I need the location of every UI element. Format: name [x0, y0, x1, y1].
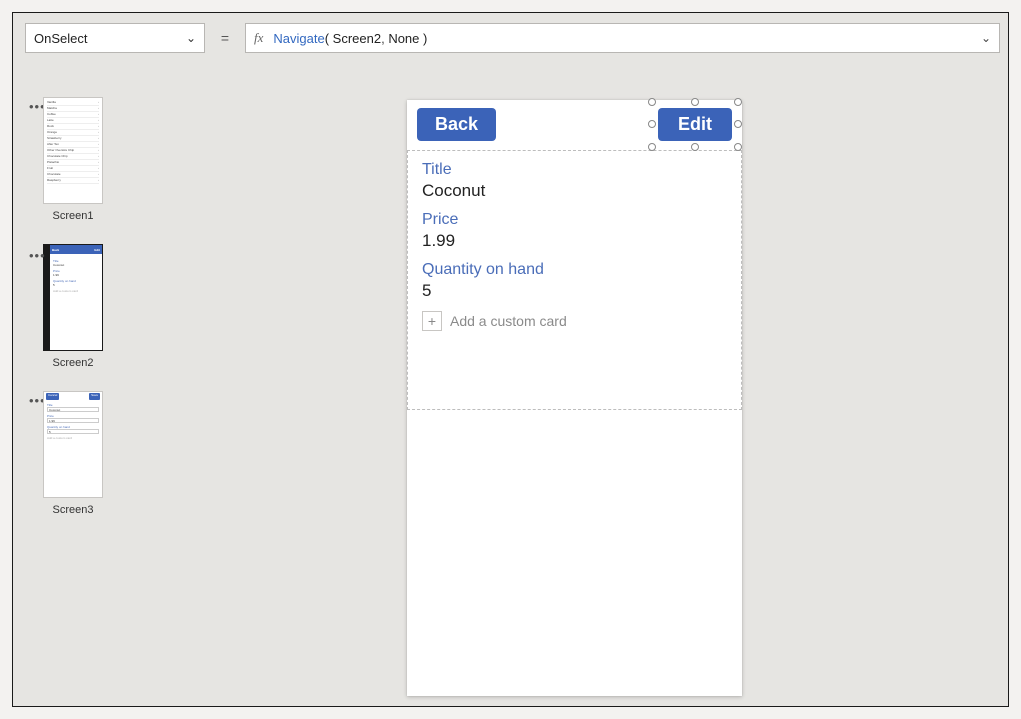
- thumb3-cancel: Cancel: [46, 393, 59, 400]
- thumb-screen3-preview: Cancel Save Title Coconut Price 1.99 Qua…: [43, 391, 103, 498]
- thumb2-edit: Edit: [94, 248, 100, 252]
- thumb-screen1-preview: Vanilla› Matcha› Coffee› Latte› Rock› Or…: [43, 97, 103, 204]
- chevron-down-icon: ⌄: [186, 31, 196, 45]
- thumb-screen3[interactable]: ••• Cancel Save Title Coconut Price 1.99…: [43, 391, 103, 516]
- resize-handle[interactable]: [734, 120, 742, 128]
- resize-handle[interactable]: [691, 98, 699, 106]
- property-dropdown[interactable]: OnSelect ⌄: [25, 23, 205, 53]
- chevron-down-icon[interactable]: ⌄: [981, 31, 991, 45]
- canvas-header: Back Edit: [407, 100, 742, 148]
- add-card-label: Add a custom card: [450, 313, 567, 329]
- app-frame: OnSelect ⌄ = fx Navigate( Screen2, None …: [12, 12, 1009, 707]
- resize-handle[interactable]: [648, 120, 656, 128]
- thumb1-list: Vanilla› Matcha› Coffee› Latte› Rock› Or…: [44, 98, 102, 186]
- resize-handle[interactable]: [648, 98, 656, 106]
- formula-text: Navigate( Screen2, None ): [273, 31, 427, 46]
- thumb-screen2-preview: Back Edit Title Coconut Price 1.99 Quant…: [49, 244, 103, 351]
- edit-button[interactable]: Edit: [658, 108, 732, 141]
- thumb-label: Screen2: [53, 357, 94, 369]
- card-value: 5: [422, 281, 727, 301]
- fx-icon: fx: [254, 30, 263, 46]
- card-label: Quantity on hand: [422, 261, 727, 279]
- formula-bar[interactable]: fx Navigate( Screen2, None ) ⌄: [245, 23, 1000, 53]
- card-label: Title: [422, 161, 727, 179]
- add-custom-card[interactable]: + Add a custom card: [422, 311, 727, 331]
- card-quantity[interactable]: Quantity on hand 5: [422, 261, 727, 301]
- back-button[interactable]: Back: [417, 108, 496, 141]
- canvas-screen2: Back Edit Title Coconut: [407, 100, 742, 696]
- property-dropdown-value: OnSelect: [34, 31, 87, 46]
- card-title[interactable]: Title Coconut: [422, 161, 727, 201]
- card-value: Coconut: [422, 181, 727, 201]
- thumb3-save: Save: [89, 393, 100, 400]
- thumb-label: Screen3: [53, 504, 94, 516]
- thumb-screen2[interactable]: ••• Back Edit Title Coconut Price 1.99 Q…: [43, 244, 103, 369]
- thumb-label: Screen1: [53, 210, 94, 222]
- thumb-screen1[interactable]: ••• Vanilla› Matcha› Coffee› Latte› Rock…: [43, 97, 103, 222]
- ellipsis-icon[interactable]: •••: [29, 248, 46, 263]
- card-price[interactable]: Price 1.99: [422, 211, 727, 251]
- plus-icon: +: [422, 311, 442, 331]
- resize-handle[interactable]: [734, 98, 742, 106]
- detail-form[interactable]: Title Coconut Price 1.99 Quantity on han…: [407, 150, 742, 410]
- card-value: 1.99: [422, 231, 727, 251]
- formula-row: OnSelect ⌄ = fx Navigate( Screen2, None …: [25, 23, 1000, 53]
- edit-button-selection[interactable]: Edit: [658, 108, 732, 141]
- screens-panel: ••• Vanilla› Matcha› Coffee› Latte› Rock…: [13, 65, 133, 706]
- card-label: Price: [422, 211, 727, 229]
- equals-label: =: [213, 23, 237, 53]
- thumb2-back: Back: [52, 248, 59, 252]
